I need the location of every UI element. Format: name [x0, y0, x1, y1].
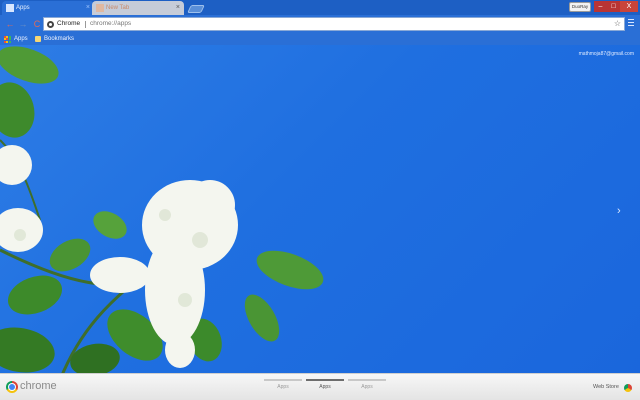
- web-store-icon[interactable]: [624, 384, 632, 392]
- tab-label: Apps: [16, 5, 30, 11]
- tab-close-icon[interactable]: ×: [86, 1, 90, 15]
- tab-label: New Tab: [106, 5, 130, 11]
- reload-button[interactable]: C: [31, 18, 43, 30]
- page-indicator-bar: [264, 379, 302, 381]
- page-indicator-bar: [306, 379, 344, 381]
- omnibox[interactable]: Chrome chrome://apps ☆: [43, 17, 625, 31]
- apps-grid-favicon-icon: [6, 4, 14, 12]
- maximize-button[interactable]: □: [607, 1, 620, 12]
- omnibox-url[interactable]: chrome://apps: [90, 18, 131, 30]
- tab-strip: Apps × New Tab × DuoRay – □ X: [0, 0, 640, 15]
- page-switcher-apps-3[interactable]: Apps: [348, 379, 386, 390]
- tab-new-tab[interactable]: New Tab ×: [92, 1, 184, 15]
- chrome-wordmark: chrome: [20, 380, 57, 392]
- page-switcher-apps-2[interactable]: Apps: [306, 379, 344, 390]
- page-switcher-label: Apps: [361, 384, 373, 390]
- page-switcher-label: Apps: [277, 384, 289, 390]
- profile-badge[interactable]: DuoRay: [569, 2, 591, 12]
- page-switcher-label: Apps: [319, 384, 331, 390]
- omnibox-chip: Chrome: [57, 20, 81, 27]
- tab-close-icon[interactable]: ×: [176, 1, 180, 15]
- minimize-button[interactable]: –: [594, 1, 607, 12]
- tab-apps[interactable]: Apps ×: [2, 1, 94, 15]
- new-tab-button[interactable]: [187, 5, 205, 13]
- page-indicator-bar: [348, 379, 386, 381]
- lilac-branch-illustration: [0, 46, 324, 381]
- background-photo: [0, 0, 640, 400]
- forward-button[interactable]: →: [17, 18, 29, 30]
- bookmark-star-icon[interactable]: ☆: [614, 18, 621, 30]
- chrome-page-icon: [47, 21, 54, 28]
- next-page-arrow-icon[interactable]: ›: [617, 205, 621, 217]
- menu-icon[interactable]: [628, 19, 634, 29]
- chrome-logo-icon: [6, 381, 18, 393]
- bookmark-label: Apps: [14, 36, 28, 42]
- new-tab-favicon-icon: [96, 4, 104, 12]
- bookmark-apps[interactable]: Apps: [4, 33, 28, 45]
- folder-icon: [35, 36, 41, 42]
- bookmark-folder-bookmarks[interactable]: Bookmarks: [34, 33, 74, 45]
- close-window-button[interactable]: X: [620, 1, 638, 12]
- bottom-bar: chrome Apps Apps Apps Web Store: [0, 373, 640, 400]
- bookmarks-bar: Apps Bookmarks: [0, 33, 640, 45]
- user-email[interactable]: mathmoja87@gmail.com: [579, 51, 634, 57]
- apps-grid-icon: [4, 36, 11, 43]
- web-store-link[interactable]: Web Store: [593, 384, 619, 390]
- omnibox-separator: [85, 21, 86, 28]
- back-button[interactable]: ←: [4, 18, 16, 30]
- bookmark-label: Bookmarks: [44, 36, 75, 42]
- toolbar: ← → C Chrome chrome://apps ☆: [0, 15, 640, 33]
- page-switcher-apps-1[interactable]: Apps: [264, 379, 302, 390]
